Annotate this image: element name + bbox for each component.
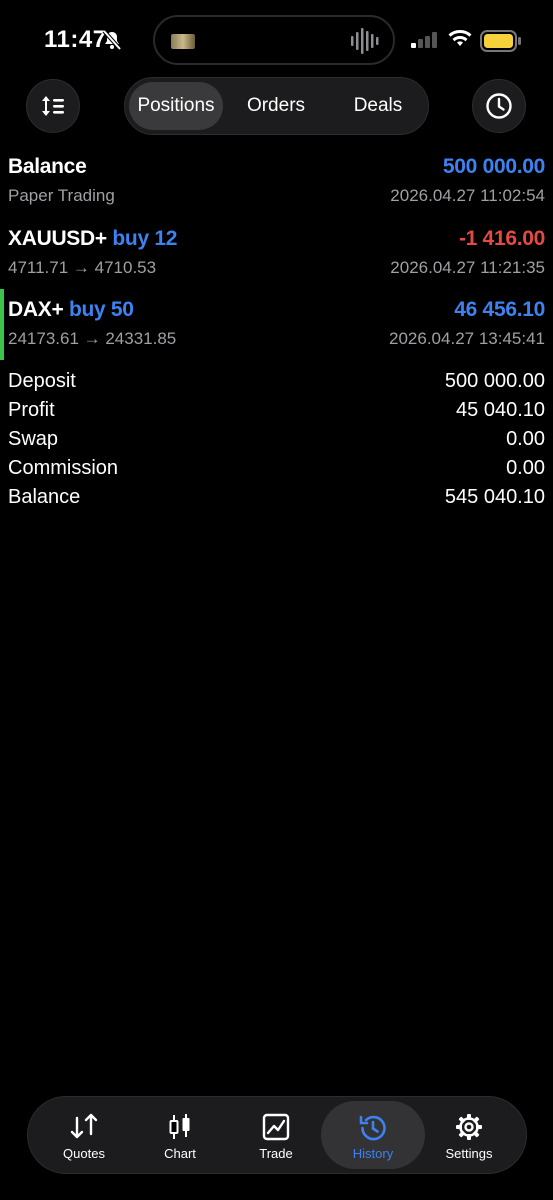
sort-icon xyxy=(42,96,64,116)
wifi-icon xyxy=(448,29,472,53)
deal-profit: -1 416.00 xyxy=(458,227,545,250)
summary-row-swap: Swap 0.00 xyxy=(8,428,545,454)
summary-label: Swap xyxy=(8,428,59,450)
deal-symbol: DAX+ xyxy=(8,298,64,321)
summary-row-commission: Commission 0.00 xyxy=(8,457,545,483)
sort-button[interactable] xyxy=(26,79,80,133)
deal-title: DAX+ buy 50 xyxy=(8,298,134,322)
balance-amount: 500 000.00 xyxy=(442,155,545,178)
balance-time: 2026.04.27 11:02:54 xyxy=(390,186,545,205)
tab-quotes[interactable]: Quotes xyxy=(36,1097,132,1173)
segment-positions[interactable]: Positions xyxy=(129,82,223,130)
tab-label: Quotes xyxy=(63,1146,105,1161)
history-icon xyxy=(321,1113,425,1141)
audio-waveform-icon xyxy=(351,28,379,54)
deal-prices: 4711.71 → 4710.53 xyxy=(8,258,157,277)
summary-value: 545 040.10 xyxy=(444,486,545,508)
summary-value: 0.00 xyxy=(506,457,545,479)
deal-title: XAUUSD+ buy 12 xyxy=(8,227,177,251)
tab-settings[interactable]: Settings xyxy=(421,1097,517,1173)
deal-prices: 24173.61 → 24331.85 xyxy=(8,329,177,348)
period-button[interactable] xyxy=(472,79,526,133)
tab-chart[interactable]: Chart xyxy=(132,1097,228,1173)
tab-label: Trade xyxy=(259,1146,293,1161)
deal-time: 2026.04.27 13:45:41 xyxy=(389,329,545,348)
now-playing-artwork xyxy=(171,34,195,49)
tab-label: History xyxy=(352,1146,394,1161)
balance-title: Balance xyxy=(8,155,87,178)
status-time: 11:47 xyxy=(44,26,107,53)
summary-row-balance: Balance 545 040.10 xyxy=(8,486,545,512)
clock-icon xyxy=(486,93,512,119)
balance-subtitle: Paper Trading xyxy=(8,186,115,205)
summary-row-profit: Profit 45 040.10 xyxy=(8,399,545,425)
deal-profit: 46 456.10 xyxy=(454,298,545,321)
cellular-signal-icon xyxy=(411,32,439,53)
summary-label: Deposit xyxy=(8,370,76,392)
summary-label: Commission xyxy=(8,457,119,479)
view-segmented-control: Positions Orders Deals xyxy=(124,77,429,135)
tab-history[interactable]: History xyxy=(321,1101,425,1169)
summary-row-deposit: Deposit 500 000.00 xyxy=(8,370,545,396)
deal-row[interactable]: DAX+ buy 50 46 456.10 24173.61 → 24331.8… xyxy=(8,298,545,354)
summary-value: 0.00 xyxy=(506,428,545,450)
summary-value: 500 000.00 xyxy=(444,370,545,392)
dynamic-island xyxy=(153,15,395,65)
trade-icon xyxy=(228,1113,324,1141)
tab-trade[interactable]: Trade xyxy=(228,1097,324,1173)
tab-bar: Quotes Chart Trade History Settings xyxy=(27,1096,527,1174)
summary-label: Balance xyxy=(8,486,81,508)
candlestick-icon xyxy=(132,1113,228,1141)
tab-label: Chart xyxy=(164,1146,196,1161)
deal-symbol: XAUUSD+ xyxy=(8,227,107,250)
tab-label: Settings xyxy=(445,1146,493,1161)
gear-icon xyxy=(421,1113,517,1141)
quotes-icon xyxy=(36,1113,132,1141)
segment-deals[interactable]: Deals xyxy=(330,82,426,130)
deal-direction: buy 12 xyxy=(112,227,178,250)
summary-label: Profit xyxy=(8,399,55,421)
battery-icon xyxy=(480,30,522,57)
deal-direction: buy 50 xyxy=(68,298,134,321)
position-marker xyxy=(0,289,4,360)
balance-row[interactable]: Balance 500 000.00 Paper Trading 2026.04… xyxy=(8,155,545,211)
deal-row[interactable]: XAUUSD+ buy 12 -1 416.00 4711.71 → 4710.… xyxy=(8,227,545,283)
deal-time: 2026.04.27 11:21:35 xyxy=(390,258,545,277)
segment-orders[interactable]: Orders xyxy=(228,82,324,130)
bell-slash-icon xyxy=(102,29,122,55)
summary-value: 45 040.10 xyxy=(456,399,545,421)
